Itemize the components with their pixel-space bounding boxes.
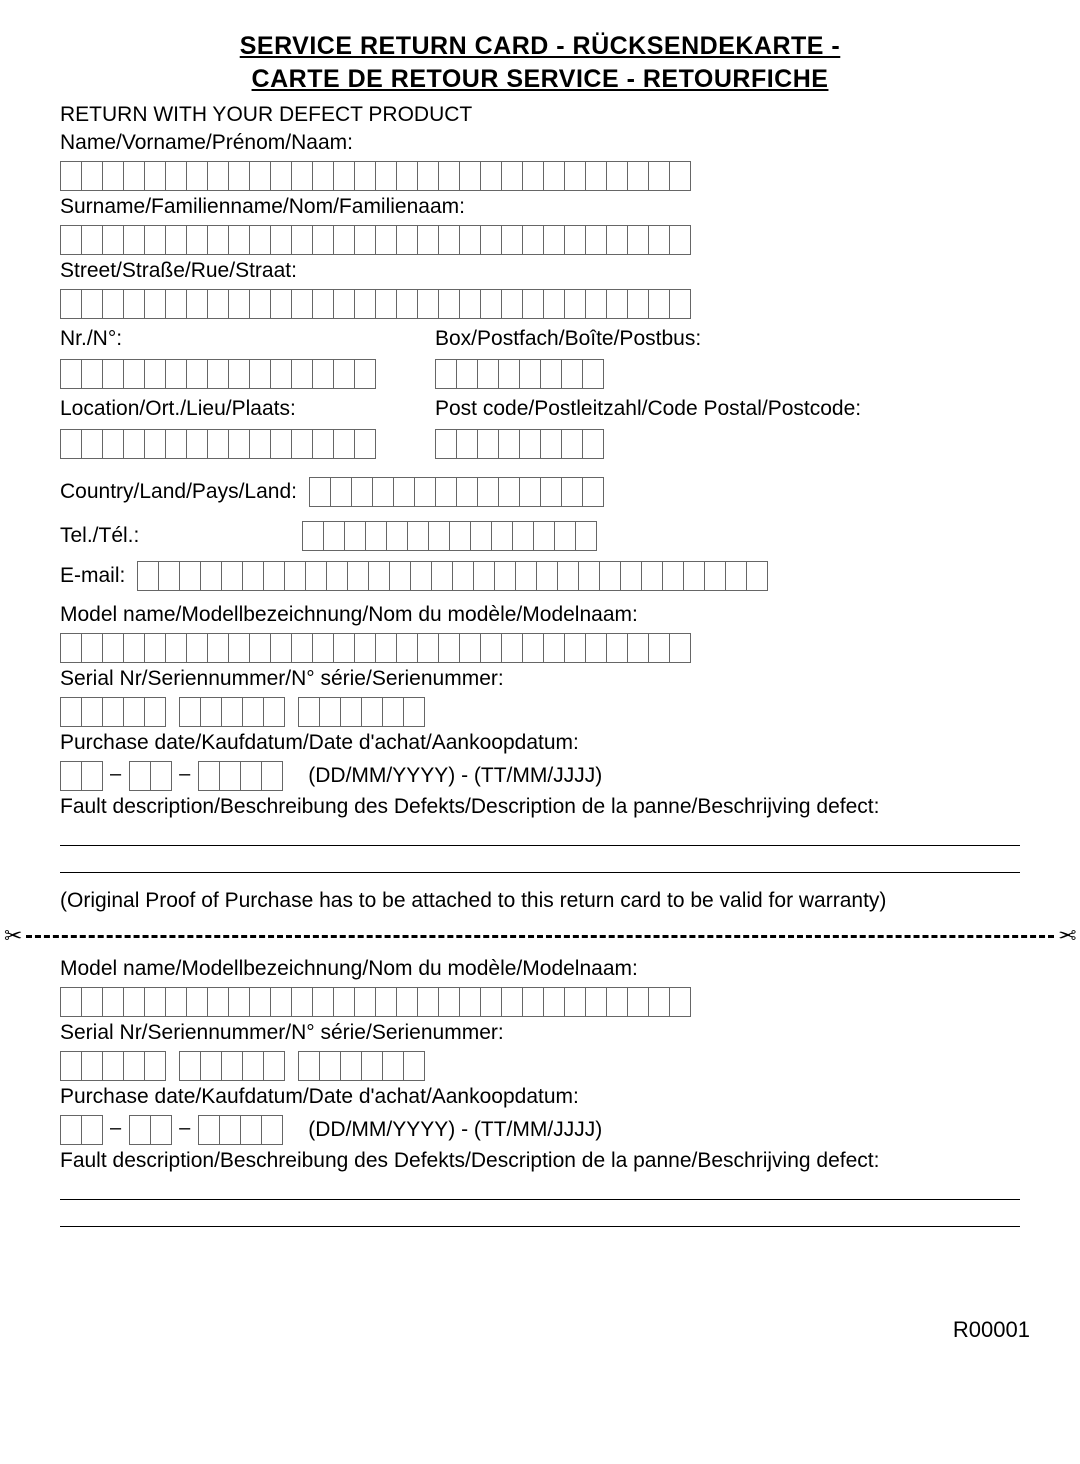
- country-label: Country/Land/Pays/Land:: [60, 480, 297, 504]
- purchase-label: Purchase date/Kaufdatum/Date d'achat/Aan…: [60, 731, 1020, 755]
- date-sep2: –: [177, 763, 192, 786]
- date-sep1: –: [108, 763, 123, 786]
- date-dd[interactable]: [60, 761, 102, 791]
- scissors-icon: ✂: [0, 923, 26, 949]
- fault-line1[interactable]: [60, 823, 1020, 846]
- location-input[interactable]: [60, 429, 375, 459]
- box-input[interactable]: [435, 359, 701, 389]
- name-input[interactable]: [60, 161, 1020, 191]
- model-input[interactable]: [60, 633, 1020, 663]
- title-line1: SERVICE RETURN CARD - RÜCKSENDEKARTE -: [240, 32, 841, 60]
- date-yyyy[interactable]: [198, 761, 282, 791]
- return-instruction: RETURN WITH YOUR DEFECT PRODUCT: [60, 103, 1020, 127]
- proof-note: (Original Proof of Purchase has to be at…: [60, 889, 1020, 913]
- surname-input[interactable]: [60, 225, 1020, 255]
- form-code: R00001: [40, 1317, 1030, 1343]
- date-hint: (DD/MM/YYYY) - (TT/MM/JJJJ): [308, 764, 602, 788]
- date-yyyy-2[interactable]: [198, 1115, 282, 1145]
- fault-line2-2[interactable]: [60, 1204, 1020, 1227]
- serial-input-2[interactable]: [60, 1051, 1020, 1081]
- email-input[interactable]: [137, 561, 767, 591]
- fault-label-2: Fault description/Beschreibung des Defek…: [60, 1149, 1020, 1173]
- fault-label: Fault description/Beschreibung des Defek…: [60, 795, 1020, 819]
- postcode-label: Post code/Postleitzahl/Code Postal/Postc…: [435, 397, 861, 421]
- date-mm[interactable]: [129, 761, 171, 791]
- date-sep1-2: –: [108, 1117, 123, 1140]
- serial-label: Serial Nr/Seriennummer/N° série/Serienum…: [60, 667, 1020, 691]
- model-label: Model name/Modellbezeichnung/Nom du modè…: [60, 603, 1020, 627]
- fault-line1-2[interactable]: [60, 1177, 1020, 1200]
- country-input[interactable]: [309, 477, 603, 507]
- purchase-label-2: Purchase date/Kaufdatum/Date d'achat/Aan…: [60, 1085, 1020, 1109]
- tel-label: Tel./Tél.:: [60, 524, 290, 548]
- location-label: Location/Ort./Lieu/Plaats:: [60, 397, 375, 421]
- date-hint-2: (DD/MM/YYYY) - (TT/MM/JJJJ): [308, 1118, 602, 1142]
- name-label: Name/Vorname/Prénom/Naam:: [60, 131, 1020, 155]
- serial-label-2: Serial Nr/Seriennummer/N° série/Serienum…: [60, 1021, 1020, 1045]
- fault-line2[interactable]: [60, 850, 1020, 873]
- date-mm-2[interactable]: [129, 1115, 171, 1145]
- model-label-2: Model name/Modellbezeichnung/Nom du modè…: [60, 957, 1020, 981]
- date-dd-2[interactable]: [60, 1115, 102, 1145]
- model-input-2[interactable]: [60, 987, 1020, 1017]
- serial-input[interactable]: [60, 697, 1020, 727]
- nr-label: Nr./N°:: [60, 327, 375, 351]
- date-sep2-2: –: [177, 1117, 192, 1140]
- street-label: Street/Straße/Rue/Straat:: [60, 259, 1020, 283]
- nr-input[interactable]: [60, 359, 375, 389]
- box-label: Box/Postfach/Boîte/Postbus:: [435, 327, 701, 351]
- street-input[interactable]: [60, 289, 1020, 319]
- scissors-icon: ✂: [1054, 923, 1080, 949]
- cut-line: ✂ ✂: [0, 923, 1080, 949]
- postcode-input[interactable]: [435, 429, 861, 459]
- tel-input[interactable]: [302, 521, 596, 551]
- title-line2: CARTE DE RETOUR SERVICE - RETOURFICHE: [252, 65, 829, 93]
- surname-label: Surname/Familienname/Nom/Familienaam:: [60, 195, 1020, 219]
- email-label: E-mail:: [60, 564, 125, 588]
